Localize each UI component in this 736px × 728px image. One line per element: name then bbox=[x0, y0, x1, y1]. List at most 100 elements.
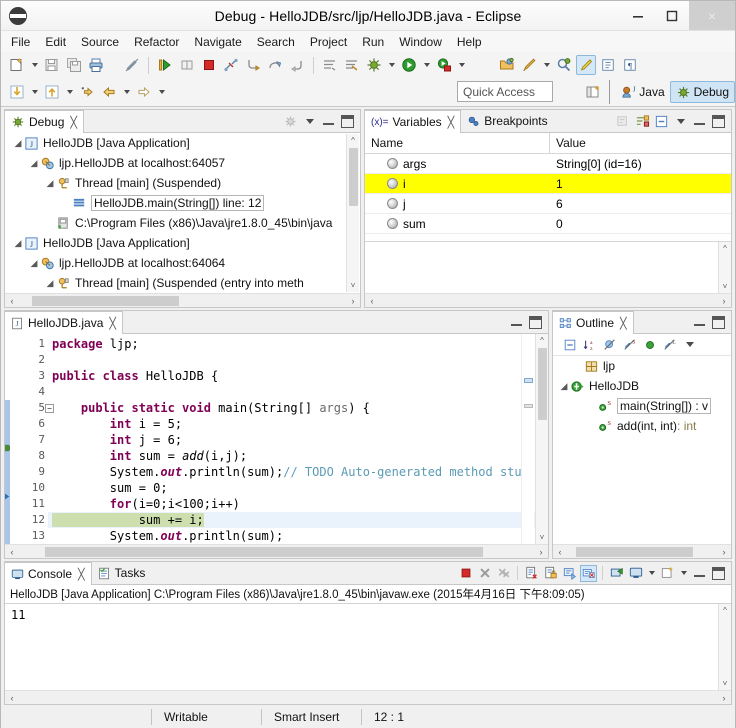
last-edit-location-icon[interactable] bbox=[77, 82, 97, 102]
menu-item-navigate[interactable]: Navigate bbox=[194, 35, 241, 49]
variables-hscroll-left-icon[interactable]: ‹ bbox=[365, 296, 379, 306]
terminate-console-icon[interactable] bbox=[457, 565, 474, 582]
detail-scroll-up-icon[interactable]: ^ bbox=[719, 242, 732, 255]
collapse-all-icon[interactable] bbox=[653, 113, 670, 130]
run-external-tools-dropdown-icon[interactable] bbox=[456, 55, 467, 75]
menu-item-help[interactable]: Help bbox=[457, 35, 482, 49]
variables-view-menu-icon[interactable] bbox=[672, 113, 689, 130]
debug-tree-hscrollbar[interactable]: ‹ › bbox=[5, 293, 360, 307]
next-annotation-dropdown-icon[interactable] bbox=[64, 82, 75, 102]
minimize-button[interactable] bbox=[621, 1, 655, 30]
tab-debug-close-icon[interactable]: ╳ bbox=[70, 116, 77, 129]
minimize-editor-icon[interactable] bbox=[508, 314, 525, 331]
maximize-button[interactable] bbox=[655, 1, 689, 30]
open-perspective-icon[interactable] bbox=[583, 82, 603, 102]
hide-local-types-icon[interactable]: L bbox=[661, 336, 678, 353]
menu-item-source[interactable]: Source bbox=[81, 35, 119, 49]
variables-row[interactable]: sum 0 bbox=[365, 214, 731, 234]
console-hscrollbar[interactable]: ‹ › bbox=[5, 690, 731, 704]
tab-variables-close-icon[interactable]: ╳ bbox=[448, 116, 455, 129]
console-vscrollbar[interactable]: ^ ˅ bbox=[718, 604, 731, 690]
view-menu-icon[interactable] bbox=[301, 113, 318, 130]
tab-breakpoints[interactable]: Breakpoints bbox=[461, 110, 554, 132]
tree-expander-open-icon[interactable] bbox=[45, 178, 55, 189]
minimize-variables-icon[interactable] bbox=[691, 113, 708, 130]
tab-hellojdb-close-icon[interactable]: ╳ bbox=[109, 317, 116, 330]
open-type-icon[interactable] bbox=[497, 55, 517, 75]
outline-row[interactable]: HelloJDB bbox=[553, 376, 731, 396]
debug-hscroll-right-icon[interactable]: › bbox=[346, 296, 360, 306]
variables-table-body[interactable]: args String[0] (id=16) i 1 j 6 sum 0 bbox=[365, 154, 731, 241]
step-return-icon[interactable] bbox=[287, 55, 307, 75]
menu-item-edit[interactable]: Edit bbox=[45, 35, 66, 49]
step-over-icon[interactable] bbox=[265, 55, 285, 75]
console-hscroll-left-icon[interactable]: ‹ bbox=[5, 693, 19, 703]
new-java-class-dropdown-icon[interactable] bbox=[541, 55, 552, 75]
new-wizard-dropdown-icon[interactable] bbox=[29, 55, 40, 75]
run-launch-icon[interactable] bbox=[399, 55, 419, 75]
outline-row[interactable]: Sadd(int, int) : int bbox=[553, 416, 731, 436]
outline-hscroll-thumb[interactable] bbox=[576, 546, 693, 557]
editor-vscroll-thumb[interactable] bbox=[537, 348, 547, 420]
print-icon[interactable] bbox=[86, 55, 106, 75]
menu-item-project[interactable]: Project bbox=[310, 35, 347, 49]
editor-vscroll-up-icon[interactable]: ^ bbox=[536, 334, 549, 347]
detail-scroll-down-icon[interactable]: ˅ bbox=[719, 280, 732, 293]
tree-expander-open-icon[interactable] bbox=[29, 258, 39, 269]
editor-overview-ruler[interactable] bbox=[521, 334, 534, 544]
maximize-editor-icon[interactable] bbox=[527, 314, 544, 331]
new-wizard-icon[interactable] bbox=[7, 55, 27, 75]
editor-area[interactable]: 1 2 3 4 5−6 7 8 9 10 11 12 13 package ljp; public c… bbox=[5, 334, 548, 544]
outline-tree[interactable]: ljpHelloJDBSmain(String[]) : vSadd(int, … bbox=[553, 356, 731, 544]
previous-annotation-icon[interactable] bbox=[7, 82, 27, 102]
use-step-filters-icon[interactable] bbox=[342, 55, 362, 75]
editor-hscroll-left-icon[interactable]: ‹ bbox=[5, 547, 19, 557]
tab-outline[interactable]: Outline ╳ bbox=[553, 311, 634, 334]
debug-tree-row[interactable]: J HelloJDB [Java Application] bbox=[5, 133, 360, 153]
console-vscroll-down-icon[interactable]: ˅ bbox=[719, 677, 732, 690]
close-button[interactable]: × bbox=[689, 1, 735, 30]
variables-row[interactable]: j6 bbox=[365, 194, 731, 214]
debug-hscroll-left-icon[interactable]: ‹ bbox=[5, 296, 19, 306]
run-external-tools-icon[interactable] bbox=[434, 55, 454, 75]
search-icon[interactable] bbox=[554, 55, 574, 75]
debug-tree-row[interactable]: J HelloJDB [Java Application] bbox=[5, 233, 360, 253]
console-vscroll-up-icon[interactable]: ^ bbox=[719, 604, 732, 617]
quick-access-input[interactable]: Quick Access bbox=[457, 81, 553, 102]
show-logical-structure-icon[interactable] bbox=[615, 113, 632, 130]
debug-vscroll-up-icon[interactable]: ^ bbox=[347, 134, 360, 147]
outline-hscroll-left-icon[interactable]: ‹ bbox=[553, 547, 567, 557]
terminate-icon[interactable] bbox=[199, 55, 219, 75]
menu-item-search[interactable]: Search bbox=[257, 35, 295, 49]
new-console-view-icon[interactable] bbox=[659, 565, 676, 582]
tree-expander-open-icon[interactable] bbox=[45, 278, 55, 289]
tree-expander-open-icon[interactable] bbox=[29, 158, 39, 169]
tab-console[interactable]: Console ╳ bbox=[5, 562, 92, 585]
pen-disabled-icon[interactable] bbox=[122, 55, 142, 75]
toggle-mark-occurrences-icon[interactable] bbox=[576, 55, 596, 75]
hide-static-icon[interactable]: S bbox=[621, 336, 638, 353]
outline-hscroll-right-icon[interactable]: › bbox=[717, 547, 731, 557]
tab-hellojdb-java[interactable]: J HelloJDB.java ╳ bbox=[5, 311, 123, 334]
collapse-all-variables-icon[interactable] bbox=[634, 113, 651, 130]
disconnect-icon[interactable] bbox=[221, 55, 241, 75]
show-console-on-output-icon[interactable] bbox=[580, 564, 597, 582]
collapse-all-outline-icon[interactable] bbox=[561, 336, 578, 353]
maximize-outline-icon[interactable] bbox=[710, 314, 727, 331]
debug-hscroll-thumb[interactable] bbox=[32, 295, 180, 306]
minimize-outline-icon[interactable] bbox=[691, 314, 708, 331]
editor-hscrollbar[interactable]: ‹ › bbox=[5, 544, 548, 558]
debug-launch-icon[interactable] bbox=[364, 55, 384, 75]
open-console-icon[interactable] bbox=[627, 565, 644, 582]
variables-hscroll-right-icon[interactable]: › bbox=[717, 296, 731, 306]
debug-tree-vscrollbar[interactable]: ^ ˅ bbox=[346, 134, 359, 292]
menu-item-run[interactable]: Run bbox=[362, 35, 384, 49]
variables-detail-pane[interactable]: ^ ˅ bbox=[365, 241, 731, 293]
maximize-view-icon[interactable] bbox=[339, 113, 356, 130]
menu-item-window[interactable]: Window bbox=[399, 35, 442, 49]
previous-annotation-dropdown-icon[interactable] bbox=[29, 82, 40, 102]
remove-all-launches-icon[interactable] bbox=[495, 565, 512, 582]
console-hscroll-right-icon[interactable]: › bbox=[717, 693, 731, 703]
tab-console-close-icon[interactable]: ╳ bbox=[78, 568, 85, 581]
new-console-dropdown-icon[interactable] bbox=[678, 563, 689, 583]
